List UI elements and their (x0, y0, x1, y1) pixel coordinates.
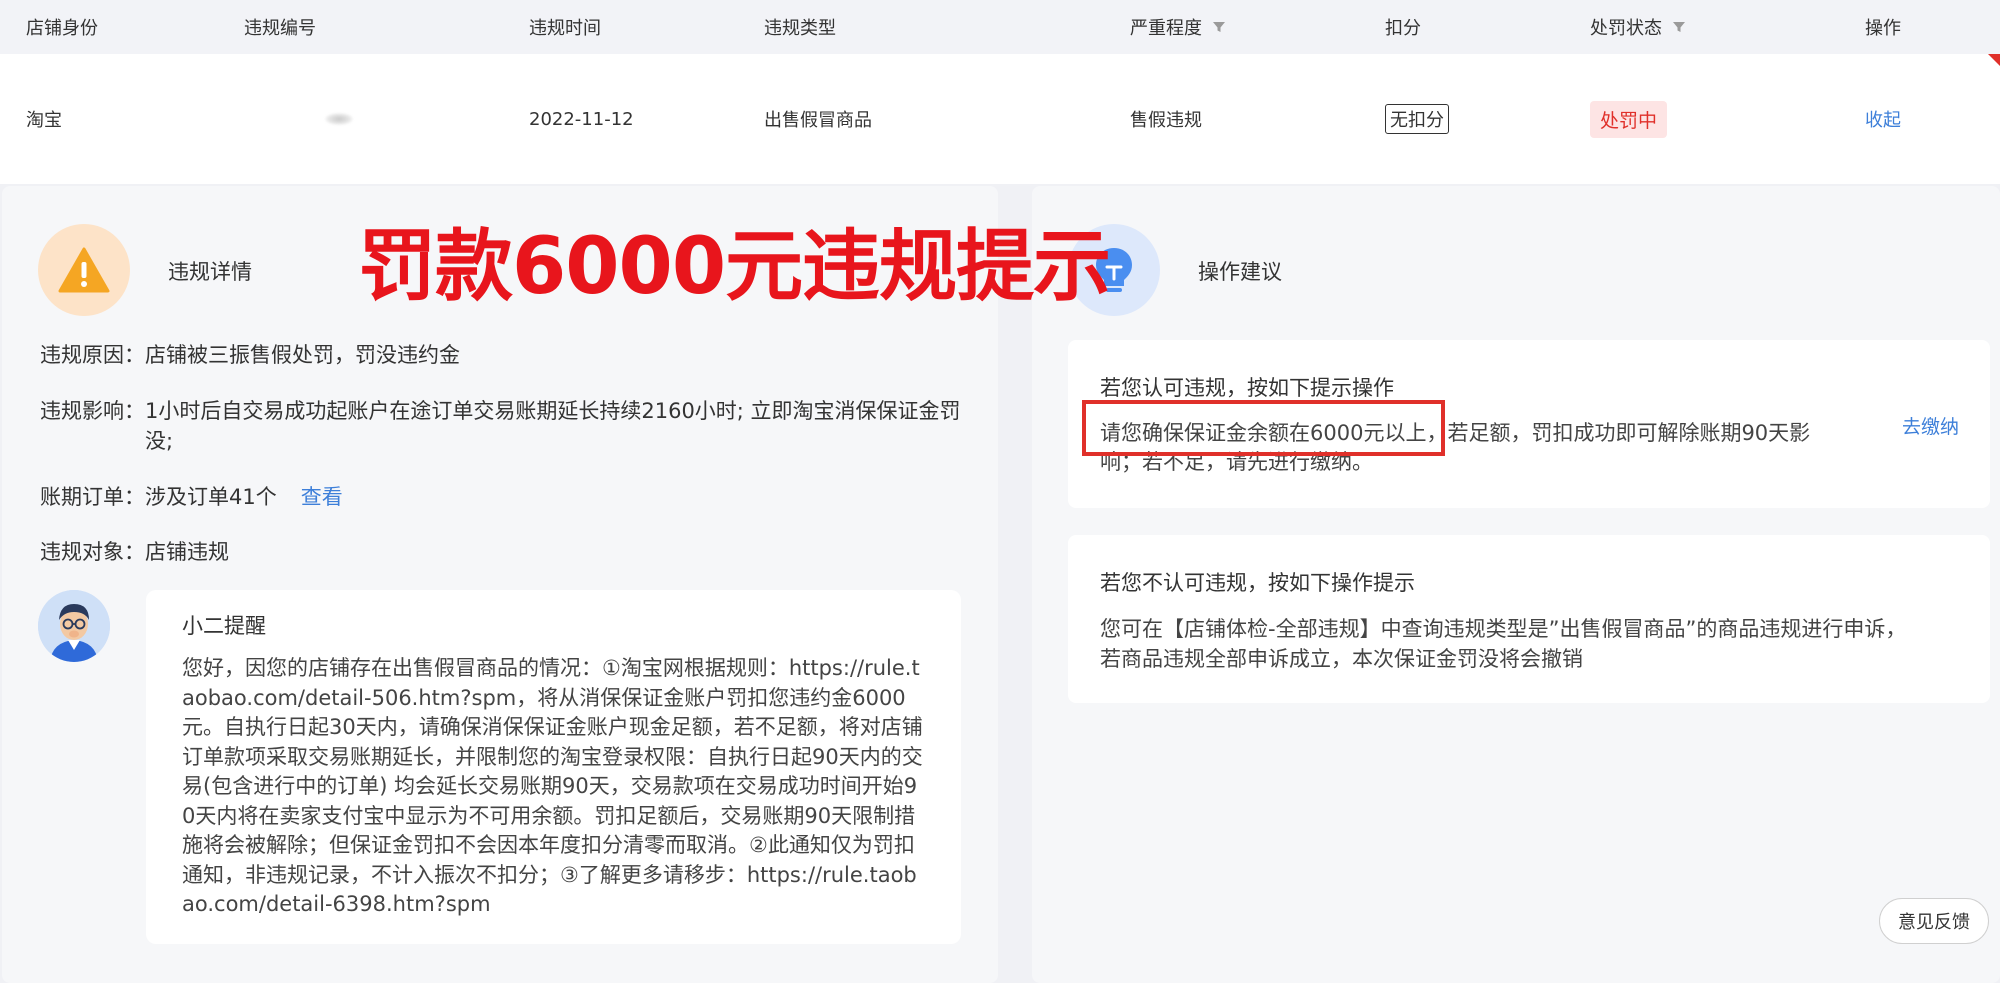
view-orders-link[interactable]: 查看 (301, 482, 343, 512)
reminder-card: 小二提醒 您好，因您的店铺存在出售假冒商品的情况：①淘宝网根据规则：https:… (146, 590, 961, 944)
table-row: 淘宝 2022-11-12 出售假冒商品 售假违规 无扣分 处罚中 收起 (0, 54, 2000, 184)
header-deduction: 扣分 (1385, 18, 1421, 39)
advice-title: 操作建议 (1198, 260, 1282, 284)
collapse-link[interactable]: 收起 (1865, 106, 1901, 132)
cell-severity: 售假违规 (1130, 110, 1202, 131)
orders-label: 账期订单： (40, 485, 145, 509)
warning-icon (38, 224, 130, 316)
header-violation-type: 违规类型 (764, 18, 836, 39)
reminder-title: 小二提醒 (182, 614, 266, 638)
orders-value: 涉及订单41个 (145, 485, 277, 509)
impact-value: 1小时后自交易成功起账户在途订单交易账期延长持续2160小时; 立即淘宝消保保证… (145, 399, 961, 453)
corner-marker (1988, 54, 2000, 66)
dispute-text: 您可在【店铺体检-全部违规】中查询违规类型是”出售假冒商品”的商品违规进行申诉，… (1100, 617, 1907, 671)
blurred-violation-number (325, 113, 353, 125)
impact-line: 违规影响： 1小时后自交易成功起账户在途订单交易账期延长持续2160小时; 立即… (40, 396, 980, 456)
feedback-button[interactable]: 意见反馈 (1879, 898, 1989, 944)
status-badge: 处罚中 (1590, 100, 1668, 138)
deduction-badge: 无扣分 (1385, 104, 1449, 134)
accept-text-line2: 响；若不足，请先进行缴纳。 (1100, 450, 1373, 474)
cell-violation-time: 2022-11-12 (529, 108, 634, 130)
header-violation-time: 违规时间 (529, 18, 601, 39)
accept-violation-card: 若您认可违规，按如下提示操作 请您确保保证金余额在6000元以上，若足额，罚扣成… (1068, 340, 1990, 508)
cell-penalty-status: 处罚中 (1590, 54, 1668, 184)
target-value: 店铺违规 (145, 540, 229, 564)
pay-link[interactable]: 去缴纳 (1902, 412, 1959, 439)
header-store-identity: 店铺身份 (26, 18, 98, 39)
header-penalty-status: 处罚状态 (1590, 0, 1686, 54)
table-header: 店铺身份 违规编号 违规时间 违规类型 严重程度 扣分 处罚状态 操作 (0, 0, 2000, 54)
filter-icon[interactable] (1672, 20, 1686, 34)
details-title: 违规详情 (168, 260, 252, 284)
header-action: 操作 (1865, 18, 1901, 39)
orders-line: 账期订单： 涉及订单41个 查看 (40, 482, 343, 512)
cell-violation-type: 出售假冒商品 (764, 110, 872, 131)
header-violation-no: 违规编号 (244, 18, 316, 39)
dispute-title: 若您不认可违规，按如下操作提示 (1100, 571, 1415, 595)
avatar (38, 590, 110, 662)
reason-value: 店铺被三振售假处罚，罚没违约金 (145, 343, 460, 367)
target-line: 违规对象： 店铺违规 (40, 537, 229, 567)
header-severity-label: 严重程度 (1130, 18, 1202, 39)
dispute-violation-card: 若您不认可违规，按如下操作提示 您可在【店铺体检-全部违规】中查询违规类型是”出… (1068, 535, 1990, 703)
cell-store-identity: 淘宝 (26, 110, 62, 131)
accept-title: 若您认可违规，按如下提示操作 (1100, 376, 1394, 400)
cell-violation-no (325, 54, 353, 184)
filter-icon[interactable] (1212, 20, 1226, 34)
cell-deduction: 无扣分 (1385, 54, 1449, 184)
header-penalty-status-label: 处罚状态 (1590, 18, 1662, 39)
impact-label: 违规影响： (40, 399, 145, 423)
target-label: 违规对象： (40, 540, 145, 564)
reason-line: 违规原因： 店铺被三振售假处罚，罚没违约金 (40, 340, 460, 370)
fine-warning-headline: 罚款6000元违规提示 (358, 222, 1111, 312)
cell-action: 收起 (1865, 54, 1901, 184)
reason-label: 违规原因： (40, 343, 145, 367)
accept-text-line1: 请您确保保证金余额在6000元以上，若足额，罚扣成功即可解除账期90天影 (1100, 421, 1811, 445)
header-severity: 严重程度 (1130, 0, 1226, 54)
reminder-text: 您好，因您的店铺存在出售假冒商品的情况：①淘宝网根据规则：https://rul… (182, 656, 923, 916)
